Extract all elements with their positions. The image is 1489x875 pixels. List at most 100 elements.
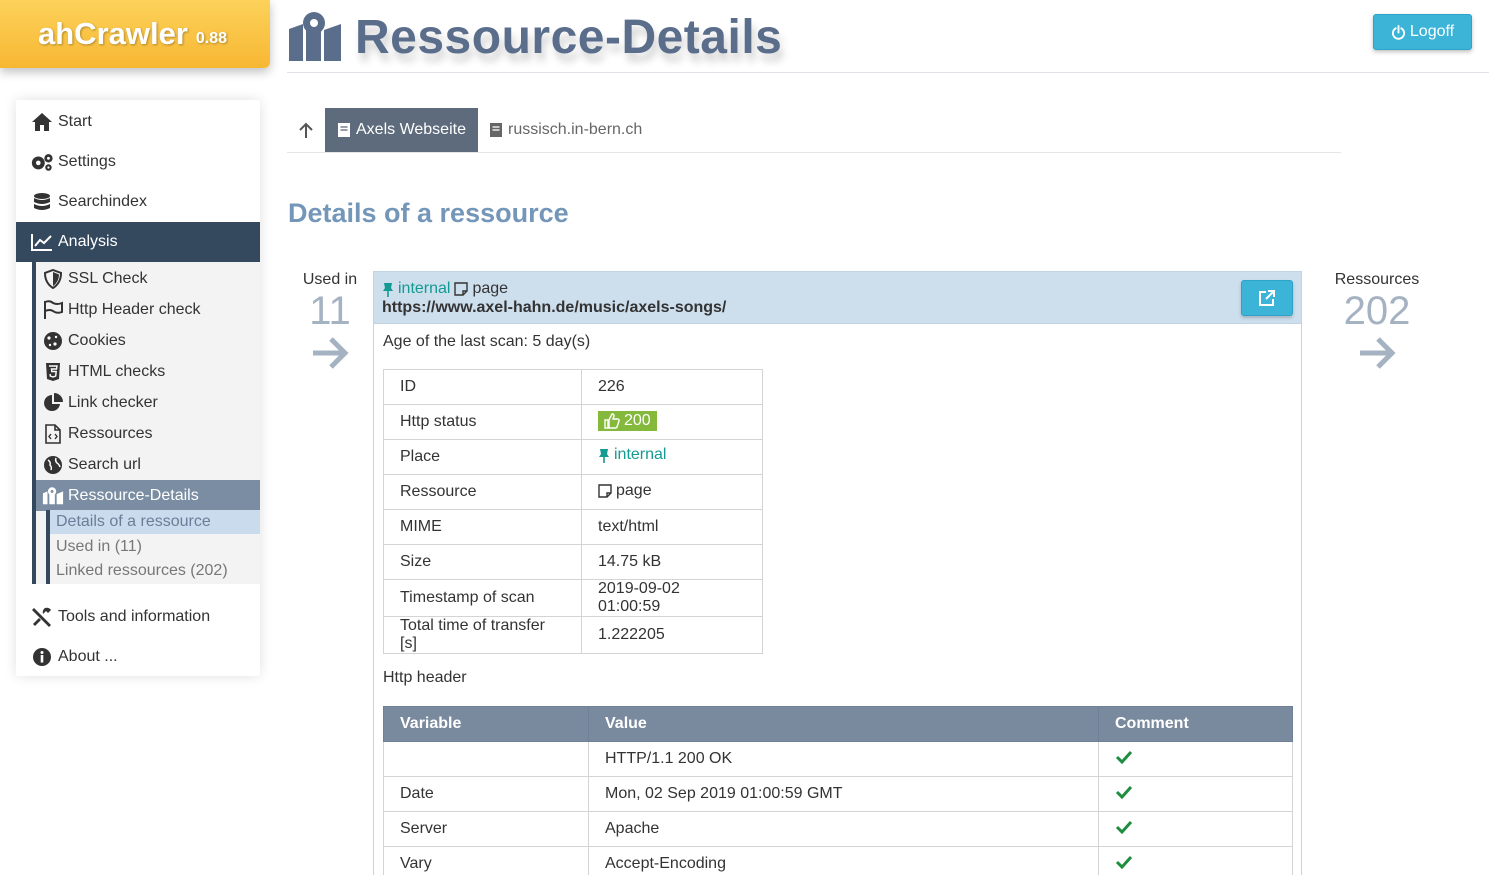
used-in-label: Used in	[302, 271, 358, 288]
database-icon	[30, 191, 54, 213]
type-indicator: page	[454, 280, 508, 298]
detail-key: Ressource	[383, 474, 582, 510]
ressources-counter[interactable]: Ressources 202	[1317, 271, 1437, 376]
open-url-button[interactable]	[1241, 280, 1293, 316]
pie-chart-icon	[42, 392, 64, 414]
map-icon	[42, 485, 64, 507]
header-value: HTTP/1.1 200 OK	[588, 741, 1099, 777]
column-header-comment[interactable]: Comment	[1098, 706, 1293, 742]
detail-key: Size	[383, 544, 582, 580]
used-in-count: 11	[309, 289, 351, 333]
book-icon	[338, 123, 350, 137]
header-variable: Server	[383, 811, 589, 847]
check-icon	[1115, 750, 1133, 764]
sidebar-item-label: Analysis	[58, 233, 118, 250]
detail-value: 1.222205	[581, 616, 763, 654]
sidebar-item-label: Ressources	[68, 424, 153, 442]
sidebar-item-label: Linked ressources (202)	[56, 562, 228, 579]
sidebar-item-start[interactable]: Start	[16, 102, 260, 142]
title-divider	[287, 72, 1489, 73]
detail-key: Timestamp of scan	[383, 579, 582, 617]
arrow-right-icon	[313, 337, 349, 369]
power-icon	[1391, 24, 1405, 40]
sidebar-item-http-header-check[interactable]: Http Header check	[36, 294, 260, 325]
header-comment	[1098, 776, 1293, 812]
tab-axels-webseite[interactable]: Axels Webseite	[325, 108, 478, 152]
sidebar: Start Settings Searchindex Analysis SSL …	[16, 100, 260, 676]
sidebar-item-label: Searchindex	[58, 193, 147, 210]
table-row: Http status 200	[383, 404, 763, 440]
sidebar-item-analysis[interactable]: Analysis	[16, 222, 260, 262]
sidebar-item-ssl-check[interactable]: SSL Check	[36, 263, 260, 294]
tab-label: Axels Webseite	[356, 121, 466, 138]
sidebar-item-label: Ressource-Details	[68, 486, 199, 504]
sidebar-item-ressource-details[interactable]: Ressource-Details	[36, 480, 260, 511]
details-table: ID 226 Http status 200 Place internal Re	[383, 369, 763, 654]
sidebar-item-search-url[interactable]: Search url	[36, 449, 260, 480]
check-icon	[1115, 785, 1133, 799]
header-comment	[1098, 846, 1293, 875]
shield-icon	[42, 268, 64, 290]
tab-russisch-in-bern[interactable]: russisch.in-bern.ch	[477, 108, 654, 152]
sidebar-item-searchindex[interactable]: Searchindex	[16, 182, 260, 222]
status-code: 200	[624, 411, 651, 429]
sidebar-item-cookies[interactable]: Cookies	[36, 325, 260, 356]
resource-url[interactable]: https://www.axel-hahn.de/music/axels-son…	[382, 299, 1301, 317]
sidebar-item-label: Cookies	[68, 331, 126, 349]
app-version: 0.88	[195, 30, 228, 47]
column-header-value[interactable]: Value	[588, 706, 1099, 742]
header-variable: Date	[383, 776, 589, 812]
detail-value: text/html	[581, 509, 763, 545]
table-row: Date Mon, 02 Sep 2019 01:00:59 GMT	[383, 776, 1293, 812]
detail-value: internal	[581, 439, 763, 475]
gears-icon	[30, 151, 54, 173]
used-in-counter[interactable]: Used in 11	[270, 271, 390, 376]
thumbtack-icon	[599, 448, 609, 463]
sidebar-item-settings[interactable]: Settings	[16, 142, 260, 182]
sidebar-item-label: Used in (11)	[56, 538, 142, 555]
map-icon	[289, 12, 341, 61]
page-title: Ressource-Details	[355, 10, 783, 64]
sidebar-item-label: HTML checks	[68, 362, 166, 380]
place-label: internal	[398, 280, 451, 297]
sidebar-item-html-checks[interactable]: HTML checks	[36, 356, 260, 387]
sticky-note-icon	[454, 282, 469, 296]
detail-key: Http status	[383, 404, 582, 440]
ressource-details-submenu: Details of a ressource Used in (11) Link…	[46, 510, 260, 584]
header-comment	[1098, 741, 1293, 777]
sidebar-item-details-of-a-ressource[interactable]: Details of a ressource	[50, 510, 260, 534]
table-row: ID 226	[383, 369, 763, 405]
info-icon	[30, 646, 54, 668]
thumbtack-icon	[383, 282, 393, 297]
detail-value: 2019-09-02 01:00:59	[581, 579, 763, 617]
logoff-button[interactable]: Logoff	[1373, 14, 1472, 50]
scan-age: Age of the last scan: 5 day(s)	[383, 333, 591, 350]
column-header-variable[interactable]: Variable	[383, 706, 589, 742]
sidebar-item-about[interactable]: About ...	[16, 637, 260, 677]
sidebar-item-label: Settings	[58, 153, 116, 170]
table-row: MIME text/html	[383, 509, 763, 545]
sidebar-item-linked-ressources[interactable]: Linked ressources (202)	[50, 559, 260, 583]
sticky-note-icon	[598, 483, 612, 498]
detail-key: Place	[383, 439, 582, 475]
app-logo[interactable]: ahCrawler 0.88	[0, 0, 270, 68]
resource-panel: internal page https://www.axel-hahn.de/m…	[373, 271, 1302, 875]
sidebar-item-ressources[interactable]: Ressources	[36, 418, 260, 449]
external-link-icon	[1259, 290, 1275, 306]
home-icon	[30, 111, 54, 133]
place-indicator: internal	[382, 280, 450, 298]
sidebar-item-label: Search url	[68, 455, 141, 473]
table-row: Size 14.75 kB	[383, 544, 763, 580]
detail-key: Total time of transfer [s]	[383, 616, 582, 654]
header-comment	[1098, 811, 1293, 847]
ressources-count: 202	[1343, 289, 1411, 333]
detail-key: MIME	[383, 509, 582, 545]
arrow-up-icon[interactable]	[297, 122, 315, 140]
file-code-icon	[42, 423, 64, 445]
sidebar-item-used-in[interactable]: Used in (11)	[50, 535, 260, 559]
http-header-table: Variable Value Comment HTTP/1.1 200 OK D…	[383, 706, 1293, 875]
sidebar-item-tools-and-information[interactable]: Tools and information	[16, 597, 260, 637]
sidebar-item-link-checker[interactable]: Link checker	[36, 387, 260, 418]
app-name: ahCrawler	[38, 16, 188, 51]
detail-value: 14.75 kB	[581, 544, 763, 580]
